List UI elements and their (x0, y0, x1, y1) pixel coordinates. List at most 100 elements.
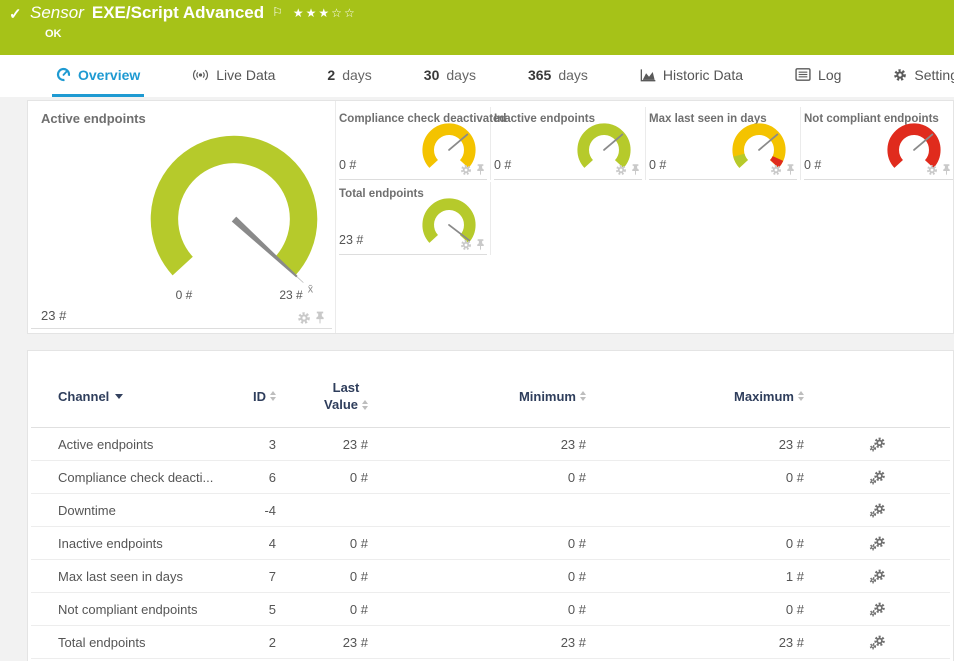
column-header-maximum[interactable]: Maximum (734, 389, 804, 404)
channel-settings-icon[interactable] (869, 437, 886, 452)
gauge-icon (56, 67, 71, 82)
table-row: Downtime -4 (31, 494, 950, 527)
settings-gear-icon (893, 68, 907, 82)
gauge-value: 23 # (339, 233, 363, 247)
status-check-icon: ✓ (9, 5, 22, 23)
tab-365-days[interactable]: 365 days (524, 55, 592, 97)
gauge-value: 0 # (649, 158, 666, 172)
channel-last-value: 0 # (350, 470, 368, 485)
table-header-row: Channel ID Last Value Minimum Maximum (31, 351, 950, 428)
prtg-sensor-page: ✓ Sensor EXE/Script Advanced ⚐ ★★★☆☆ OK … (0, 0, 954, 661)
channel-id: -4 (264, 503, 276, 518)
channel-settings-icon[interactable] (869, 635, 886, 650)
table-row: Total endpoints 2 23 # 23 # 23 # (31, 626, 950, 659)
tab-settings[interactable]: Settings (889, 55, 954, 97)
channel-last-value: 0 # (350, 569, 368, 584)
channel-settings-icon[interactable] (869, 602, 886, 617)
tab-label: Overview (78, 67, 140, 83)
live-data-icon (192, 68, 209, 82)
priority-flag-icon[interactable]: ⚐ (272, 5, 283, 19)
gauge-scale-min: 0 # (161, 288, 207, 302)
channel-maximum: 0 # (786, 536, 804, 551)
panel-settings-icon[interactable] (615, 164, 627, 176)
tab-2-days[interactable]: 2 days (323, 55, 375, 97)
channel-name: Active endpoints (31, 437, 233, 452)
table-row: Active endpoints 3 23 # 23 # 23 # (31, 428, 950, 461)
tab-label: days (342, 67, 372, 83)
channel-last-value: 0 # (350, 536, 368, 551)
channel-maximum: 23 # (779, 437, 804, 452)
tab-log[interactable]: Log (791, 55, 845, 97)
channel-minimum: 23 # (561, 635, 586, 650)
panel-pin-icon[interactable] (476, 163, 485, 176)
tab-label: days (446, 67, 476, 83)
channel-name: Downtime (31, 503, 233, 518)
channel-maximum: 0 # (786, 602, 804, 617)
panel-pin-icon[interactable] (942, 163, 951, 176)
tab-label: days (558, 67, 588, 83)
table-row: Max last seen in days 7 0 # 0 # 1 # (31, 560, 950, 593)
sensor-header: ✓ Sensor EXE/Script Advanced ⚐ ★★★☆☆ OK (0, 0, 954, 55)
channel-id: 4 (269, 536, 276, 551)
gauge-scale-max: 23 # (266, 288, 316, 302)
panel-settings-icon[interactable] (460, 164, 472, 176)
priority-stars[interactable]: ★★★☆☆ (293, 6, 357, 20)
channel-last-value: 23 # (343, 437, 368, 452)
channel-name: Compliance check deacti... (31, 470, 233, 485)
channel-last-value: 0 # (350, 602, 368, 617)
channels-table-card: Channel ID Last Value Minimum Maximum (27, 350, 954, 661)
panel-pin-icon[interactable] (315, 310, 325, 325)
channel-name: Total endpoints (31, 635, 233, 650)
panel-pin-icon[interactable] (631, 163, 640, 176)
channel-settings-icon[interactable] (869, 503, 886, 518)
channel-id: 5 (269, 602, 276, 617)
panel-settings-icon[interactable] (926, 164, 938, 176)
channel-minimum: 0 # (568, 602, 586, 617)
small-gauges-grid: Compliance check deactivated 0 # (336, 101, 953, 333)
channel-id: 2 (269, 635, 276, 650)
channel-maximum: 23 # (779, 635, 804, 650)
sort-icon (580, 391, 586, 401)
channel-settings-icon[interactable] (869, 569, 886, 584)
gauge-title: Total endpoints (339, 188, 424, 200)
panel-divider (494, 179, 642, 180)
sort-icon (270, 391, 276, 401)
tab-30-days[interactable]: 30 days (420, 55, 480, 97)
log-icon (795, 68, 811, 81)
tab-label: Log (818, 67, 841, 83)
column-label: Minimum (519, 389, 576, 404)
channel-settings-icon[interactable] (869, 470, 886, 485)
channel-minimum: 0 # (568, 569, 586, 584)
panel-pin-icon[interactable] (476, 238, 485, 251)
tab-label: Historic Data (663, 67, 743, 83)
tab-historic-data[interactable]: Historic Data (636, 55, 747, 97)
gauge-panel-compliance-check-deactivated: Compliance check deactivated 0 # (336, 107, 491, 180)
column-header-channel[interactable]: Channel (31, 389, 233, 404)
gauges-card: Active endpoints x̄ 0 # 23 # 23 # (27, 100, 954, 334)
panel-divider (339, 179, 487, 180)
sensor-tabs: Overview Live Data 2 days 30 days 365 da… (0, 55, 954, 97)
channel-settings-icon[interactable] (869, 536, 886, 551)
tab-number: 365 (528, 67, 551, 83)
column-header-id[interactable]: ID (253, 389, 276, 404)
column-header-minimum[interactable]: Minimum (519, 389, 586, 404)
tab-label: Live Data (216, 67, 275, 83)
channel-id: 7 (269, 569, 276, 584)
panel-divider (31, 328, 332, 329)
tab-live-data[interactable]: Live Data (188, 55, 279, 97)
panel-settings-icon[interactable] (297, 311, 311, 325)
gauge-panel-max-last-seen: Max last seen in days 0 # (646, 107, 801, 180)
sort-icon (798, 391, 804, 401)
sensor-title: EXE/Script Advanced (92, 3, 264, 23)
column-header-last-value[interactable]: Last Value (324, 379, 368, 413)
gauge-value: 23 # (41, 308, 66, 323)
tab-overview[interactable]: Overview (52, 55, 144, 97)
gauge-panel-inactive-endpoints: Inactive endpoints 0 # (491, 107, 646, 180)
panel-settings-icon[interactable] (460, 239, 472, 251)
panel-settings-icon[interactable] (770, 164, 782, 176)
channel-id: 6 (269, 470, 276, 485)
sensor-kicker: Sensor (30, 3, 84, 23)
status-badge: OK (45, 28, 62, 40)
channel-name: Inactive endpoints (31, 536, 233, 551)
panel-pin-icon[interactable] (786, 163, 795, 176)
